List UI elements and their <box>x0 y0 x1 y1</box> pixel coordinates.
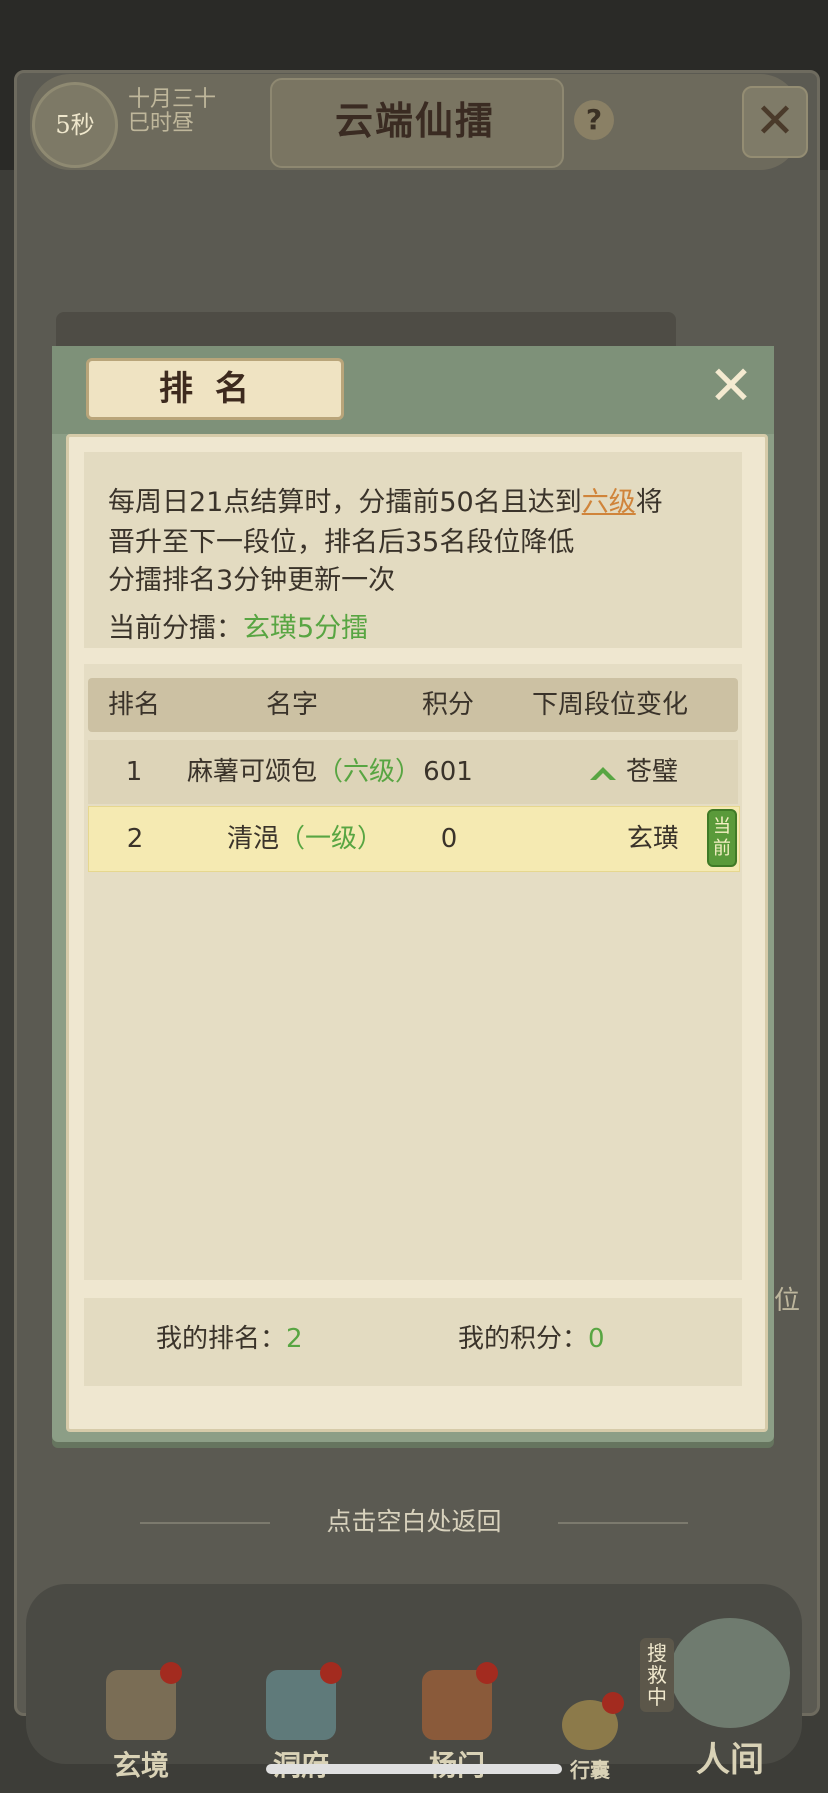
current-player-tag: 当前 <box>707 809 737 867</box>
game-date: 十月三十 巳时昼 <box>128 88 248 136</box>
background-close-icon[interactable]: ✕ <box>742 86 808 158</box>
row-player: 麻薯可颂包（六级） <box>164 740 444 804</box>
row-name: 麻薯可颂包 <box>186 757 317 787</box>
my-rank: 我的排名：2 <box>156 1318 303 1355</box>
row-score: 601 <box>423 757 473 787</box>
row-level: （一级） <box>279 824 384 854</box>
world-icon <box>670 1618 790 1728</box>
row-rank: 2 <box>126 824 144 854</box>
notification-dot <box>160 1662 182 1684</box>
rules-line-1-text: 每周日21点结算时，分擂前50名且达到 <box>108 487 582 518</box>
nav-xingnang[interactable]: 行囊 <box>550 1692 630 1783</box>
my-rank-label: 我的排名： <box>156 1324 287 1354</box>
nav-label: 人间 <box>696 1740 764 1780</box>
header-score: 积分 <box>421 690 474 720</box>
tap-blank-to-return-hint[interactable]: 点击空白处返回 <box>0 1502 828 1538</box>
date-line-2: 巳时昼 <box>128 111 195 136</box>
background-title: 云端仙擂 <box>334 98 495 143</box>
header-name: 名字 <box>265 690 318 720</box>
pavilion-icon <box>266 1662 342 1740</box>
my-rank-value: 2 <box>286 1324 303 1354</box>
notification-dot <box>476 1662 498 1684</box>
bag-icon <box>562 1692 624 1750</box>
background-side-text: 位 <box>774 1286 801 1316</box>
row-rank: 1 <box>125 757 143 787</box>
row-level: （六级） <box>317 757 422 787</box>
my-score-value: 0 <box>588 1324 605 1354</box>
header-rank-change: 下周段位变化 <box>531 690 688 720</box>
row-change: 苍璧 <box>558 740 708 804</box>
header-rank: 排名 <box>107 690 160 720</box>
rules-line-2: 晋升至下一段位，排名后35名段位降低 <box>108 527 575 558</box>
modal-title: 排名 <box>86 358 344 420</box>
nav-renjian[interactable]: 人间 <box>660 1618 800 1781</box>
row-score: 0 <box>440 824 458 854</box>
rules-line-1-end: 将 <box>635 487 663 518</box>
level-link[interactable]: 六级 <box>582 487 636 518</box>
nav-label: 行囊 <box>570 1758 610 1782</box>
rules-line-3: 分擂排名3分钟更新一次 <box>108 565 396 596</box>
timer-badge: 5秒 <box>32 82 118 168</box>
rescue-tag: 搜救中 <box>640 1638 674 1712</box>
scroll-icon <box>106 1662 182 1740</box>
banner-icon <box>422 1662 498 1740</box>
current-arena: 当前分擂：玄璜5分擂 <box>108 606 368 645</box>
date-line-1: 十月三十 <box>128 87 217 112</box>
row-change-text: 苍璧 <box>625 757 678 787</box>
my-score-label: 我的积分： <box>458 1324 589 1354</box>
table-row[interactable]: 1 麻薯可颂包（六级） 601 苍璧 <box>88 740 738 804</box>
home-indicator[interactable] <box>266 1764 562 1774</box>
notification-dot <box>602 1692 624 1714</box>
close-icon[interactable]: ✕ <box>706 359 756 413</box>
nav-xuanjing[interactable]: 玄境 <box>96 1662 186 1784</box>
help-icon[interactable]: ? <box>574 100 614 140</box>
my-score: 我的积分：0 <box>458 1318 605 1355</box>
row-player: 清浥（一级） <box>165 807 445 871</box>
notification-dot <box>320 1662 342 1684</box>
nav-label: 玄境 <box>112 1749 169 1782</box>
current-arena-value: 玄璜5分擂 <box>243 613 369 644</box>
row-name: 清浥 <box>226 824 279 854</box>
table-row-current[interactable]: 2 清浥（一级） 0 玄璜 当前 <box>88 806 740 872</box>
rules-line-1: 每周日21点结算时，分擂前50名且达到六级将 <box>108 480 663 519</box>
rank-up-icon <box>589 766 616 780</box>
row-change: 玄璜 <box>626 824 679 854</box>
current-arena-label: 当前分擂： <box>108 613 243 644</box>
